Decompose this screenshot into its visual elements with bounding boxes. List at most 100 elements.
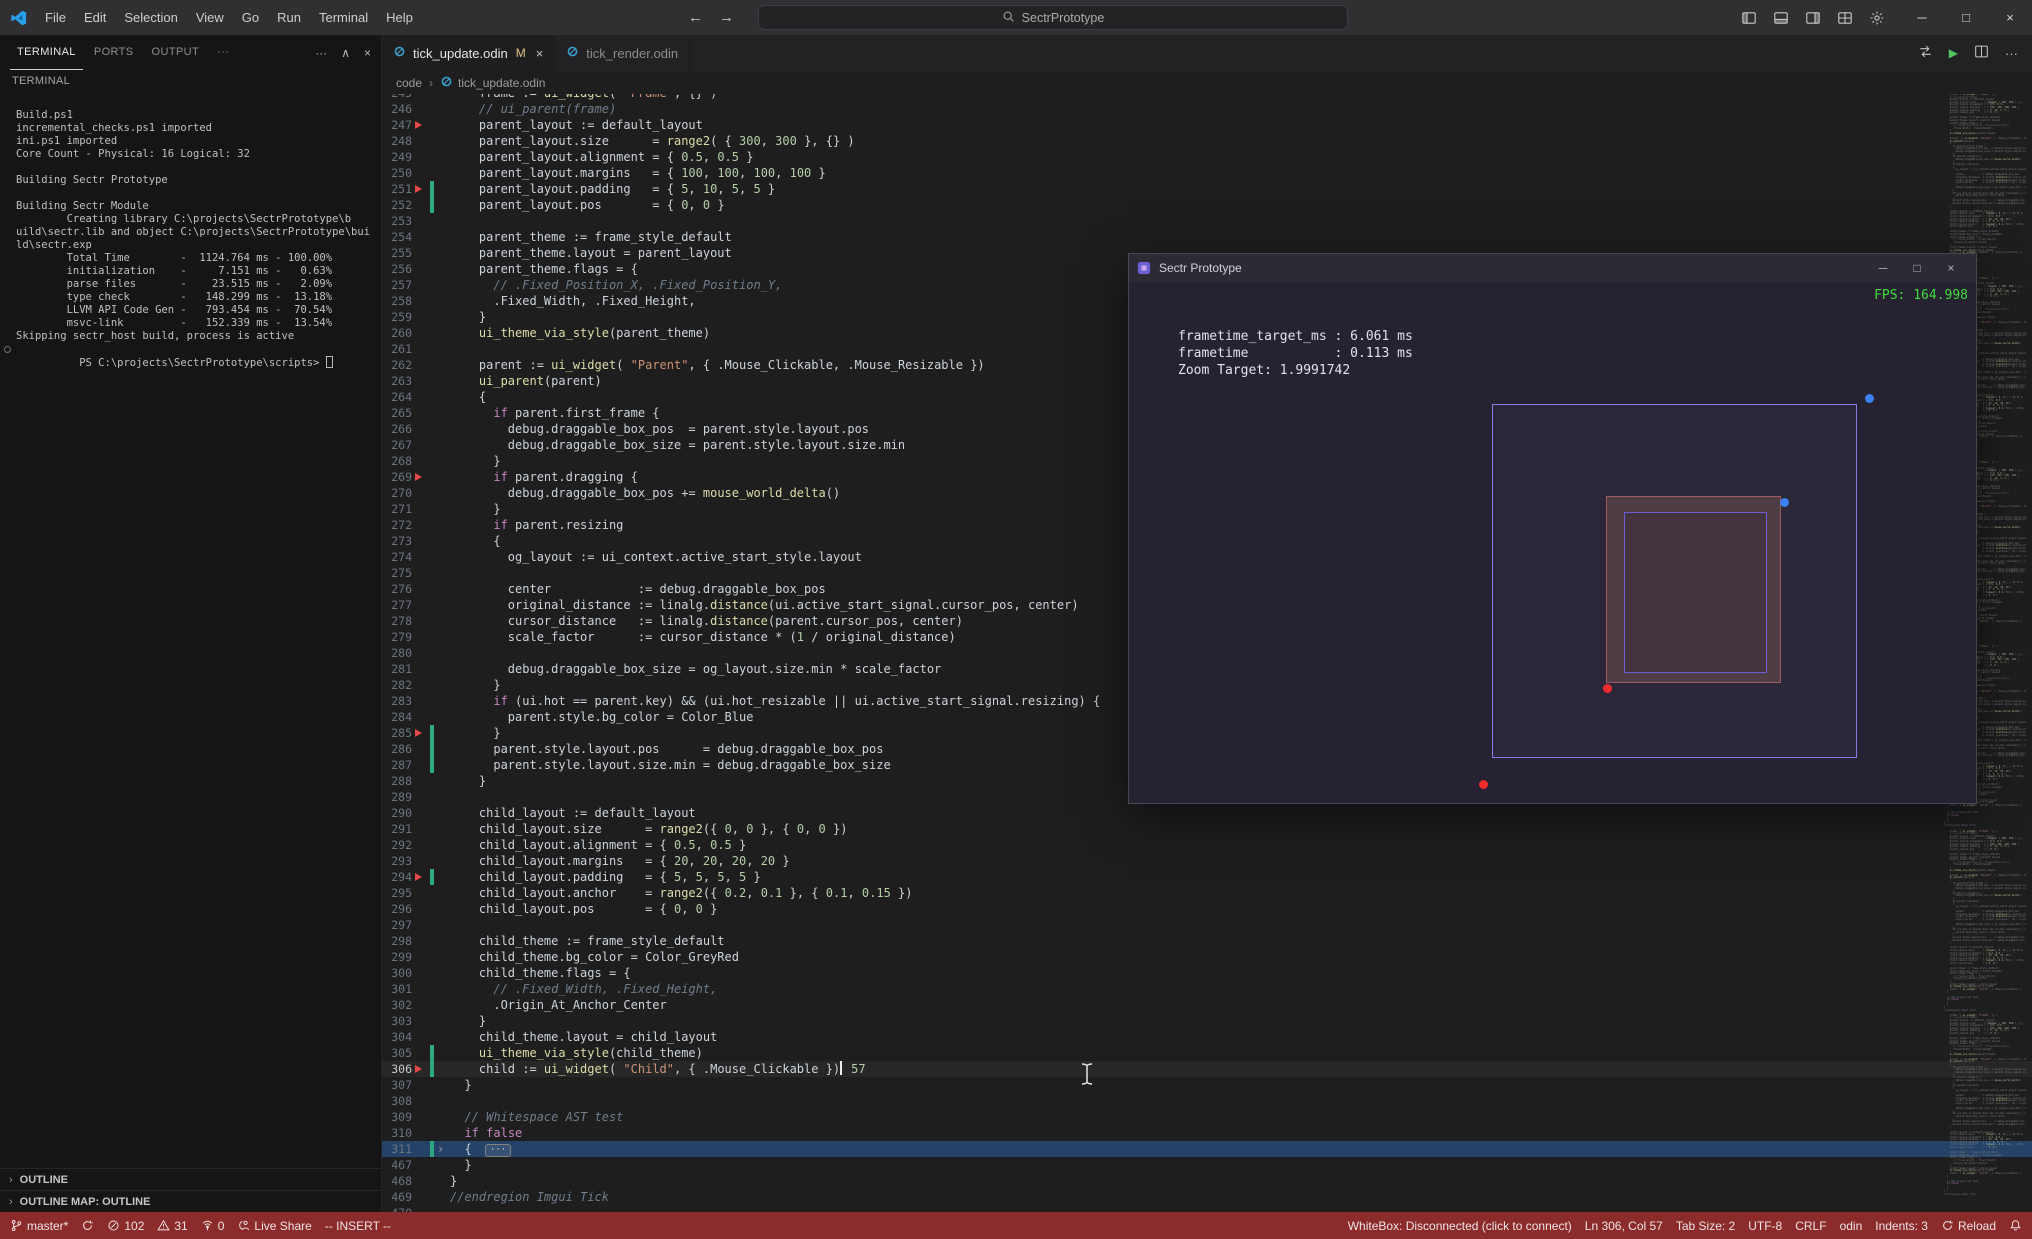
status-problems-errors[interactable]: 102	[107, 1219, 144, 1233]
sectr-title-bar[interactable]: Sectr Prototype ─ □ ×	[1129, 254, 1976, 282]
code-line[interactable]: 311 › { ···	[382, 1141, 2032, 1157]
line-number[interactable]: 268	[382, 453, 412, 469]
code-line[interactable]: 295 child_layout.anchor = range2({ 0.2, …	[382, 885, 2032, 901]
line-number[interactable]: 255	[382, 245, 412, 261]
line-number[interactable]: 245	[382, 94, 412, 101]
maximize-button[interactable]: □	[1944, 0, 1988, 35]
toggle-panel-icon[interactable]	[1766, 4, 1796, 32]
status-live-share[interactable]: Live Share	[237, 1219, 312, 1233]
line-number[interactable]: 273	[382, 533, 412, 549]
line-number[interactable]: 284	[382, 709, 412, 725]
code-line[interactable]: 303 }	[382, 1013, 2032, 1029]
menu-selection[interactable]: Selection	[115, 0, 186, 35]
child-widget-box[interactable]	[1606, 496, 1781, 683]
fold-chevron-icon[interactable]: ›	[437, 1141, 444, 1157]
run-button[interactable]: ▶	[1949, 46, 1958, 60]
menu-file[interactable]: File	[36, 0, 75, 35]
maximize-panel-icon[interactable]: ∧	[341, 46, 350, 60]
code-line[interactable]: 253	[382, 213, 2032, 229]
code-line[interactable]: 294 child_layout.padding = { 5, 5, 5, 5 …	[382, 869, 2032, 885]
line-number[interactable]: 272	[382, 517, 412, 533]
menu-view[interactable]: View	[187, 0, 233, 35]
line-number[interactable]: 266	[382, 421, 412, 437]
status-reload[interactable]: Reload	[1941, 1219, 1996, 1233]
close-tab-icon[interactable]: ×	[536, 46, 544, 61]
code-line[interactable]: 302 .Origin_At_Anchor_Center	[382, 997, 2032, 1013]
line-number[interactable]: 303	[382, 1013, 412, 1029]
menu-go[interactable]: Go	[233, 0, 268, 35]
line-number[interactable]: 256	[382, 261, 412, 277]
line-number[interactable]: 252	[382, 197, 412, 213]
split-editor-icon[interactable]	[1974, 44, 1989, 62]
line-number[interactable]: 278	[382, 613, 412, 629]
code-line[interactable]: 467 }	[382, 1157, 2032, 1173]
line-number[interactable]: 279	[382, 629, 412, 645]
line-number[interactable]: 274	[382, 549, 412, 565]
line-number[interactable]: 270	[382, 485, 412, 501]
tab-tick_render.odin[interactable]: tick_render.odin	[555, 35, 691, 71]
toggle-secondary-sidebar-icon[interactable]	[1798, 4, 1828, 32]
terminal[interactable]: Build.ps1 incremental_checks.ps1 importe…	[0, 93, 381, 1168]
line-number[interactable]: 297	[382, 917, 412, 933]
line-number[interactable]: 264	[382, 389, 412, 405]
code-line[interactable]: 249 parent_layout.alignment = { 0.5, 0.5…	[382, 149, 2032, 165]
status-problems-warnings[interactable]: 31	[157, 1219, 188, 1233]
code-line[interactable]: 292 child_layout.alignment = { 0.5, 0.5 …	[382, 837, 2032, 853]
status-tab-size[interactable]: Tab Size: 2	[1676, 1219, 1735, 1233]
line-number[interactable]: 299	[382, 949, 412, 965]
code-line[interactable]: 468}	[382, 1173, 2032, 1189]
line-number[interactable]: 298	[382, 933, 412, 949]
line-number[interactable]: 283	[382, 693, 412, 709]
code-line[interactable]: 290 child_layout := default_layout	[382, 805, 2032, 821]
line-number[interactable]: 288	[382, 773, 412, 789]
line-number[interactable]: 263	[382, 373, 412, 389]
code-line[interactable]: 250 parent_layout.margins = { 100, 100, …	[382, 165, 2032, 181]
code-line[interactable]: 470	[382, 1205, 2032, 1212]
status-eol[interactable]: CRLF	[1795, 1219, 1826, 1233]
line-number[interactable]: 311	[382, 1141, 412, 1157]
code-line[interactable]: 293 child_layout.margins = { 20, 20, 20,…	[382, 853, 2032, 869]
line-number[interactable]: 282	[382, 677, 412, 693]
status-git-branch[interactable]: master*	[10, 1219, 68, 1233]
toggle-sidebar-icon[interactable]	[1734, 4, 1764, 32]
code-line[interactable]: 297	[382, 917, 2032, 933]
line-number[interactable]: 260	[382, 325, 412, 341]
line-number[interactable]: 277	[382, 597, 412, 613]
sectr-prototype-window[interactable]: Sectr Prototype ─ □ × FPS: 164.998 frameti…	[1128, 253, 1977, 804]
editor-more-actions-icon[interactable]: ···	[2005, 46, 2018, 61]
panel-tab-ports[interactable]: PORTS	[87, 36, 141, 70]
sectr-minimize-button[interactable]: ─	[1866, 255, 1900, 281]
code-line[interactable]: 291 child_layout.size = range2({ 0, 0 },…	[382, 821, 2032, 837]
menu-run[interactable]: Run	[268, 0, 310, 35]
code-line[interactable]: 469 //endregion Imgui Tick	[382, 1189, 2032, 1205]
code-line[interactable]: 299 child_theme.bg_color = Color_GreyRed	[382, 949, 2032, 965]
line-number[interactable]: 262	[382, 357, 412, 373]
status-sync[interactable]	[81, 1219, 94, 1232]
code-line[interactable]: 308	[382, 1093, 2032, 1109]
panel-tab-more[interactable]: ···	[210, 36, 236, 70]
line-number[interactable]: 269	[382, 469, 412, 485]
line-number[interactable]: 248	[382, 133, 412, 149]
code-line[interactable]: 310 if false	[382, 1125, 2032, 1141]
code-line[interactable]: 296 child_layout.pos = { 0, 0 }	[382, 901, 2032, 917]
menu-edit[interactable]: Edit	[75, 0, 115, 35]
line-number[interactable]: 308	[382, 1093, 412, 1109]
command-decoration-icon[interactable]	[4, 346, 11, 353]
status-encoding[interactable]: UTF-8	[1748, 1219, 1782, 1233]
line-number[interactable]: 280	[382, 645, 412, 661]
code-line[interactable]: 247 parent_layout := default_layout	[382, 117, 2032, 133]
sectr-maximize-button[interactable]: □	[1900, 255, 1934, 281]
line-number[interactable]: 467	[382, 1157, 412, 1173]
folded-code-badge[interactable]: ···	[484, 1144, 512, 1157]
sectr-close-button[interactable]: ×	[1934, 255, 1968, 281]
code-line[interactable]: 251 parent_layout.padding = { 5, 10, 5, …	[382, 181, 2032, 197]
menu-terminal[interactable]: Terminal	[310, 0, 377, 35]
section-outline-map-outline[interactable]: › OUTLINE MAP: OUTLINE	[0, 1190, 381, 1212]
search-box[interactable]: SectrPrototype	[758, 5, 1348, 30]
code-line[interactable]: 301 // .Fixed_Width, .Fixed_Height,	[382, 981, 2032, 997]
sectr-viewport[interactable]: FPS: 164.998 frametime_target_ms : 6.061…	[1129, 282, 1976, 803]
line-number[interactable]: 292	[382, 837, 412, 853]
status-notifications[interactable]	[2009, 1219, 2022, 1232]
line-number[interactable]: 254	[382, 229, 412, 245]
breadcrumb-item-file[interactable]: tick_update.odin	[458, 76, 545, 90]
